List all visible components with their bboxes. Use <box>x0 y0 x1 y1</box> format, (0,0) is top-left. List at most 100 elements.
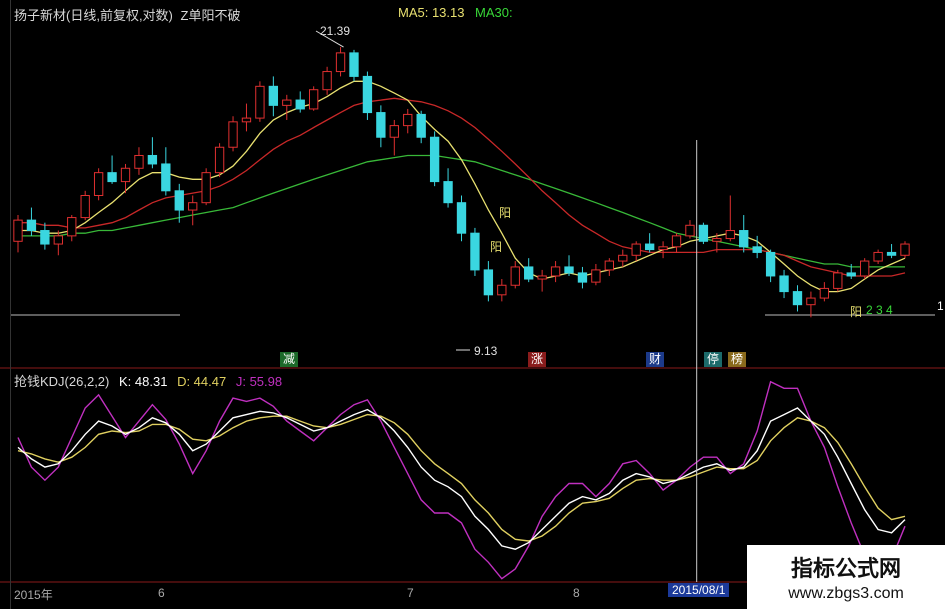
candle-body <box>833 272 843 289</box>
candle-body <box>550 266 561 277</box>
candle-body <box>282 99 292 106</box>
candle-body <box>26 219 37 232</box>
left-axis-strip <box>0 0 11 609</box>
indicator-name-label: Z单阳不破 <box>180 8 241 23</box>
candle-body <box>806 297 816 306</box>
candle-body <box>67 217 77 237</box>
candle-body <box>658 246 668 251</box>
kdj-title: 抢钱KDJ(26,2,2) <box>14 374 110 389</box>
candle-body <box>174 190 184 211</box>
candle-body <box>604 260 614 271</box>
candle-body <box>107 172 117 183</box>
kdj-header: 抢钱KDJ(26,2,2) K: 48.31 D: 44.47 J: 55.98 <box>14 371 282 390</box>
tag-cai[interactable]: 财 <box>646 352 665 367</box>
candle-body <box>214 146 225 174</box>
candle-body <box>483 269 494 296</box>
candle-body <box>819 287 830 299</box>
kdj-k-line <box>17 407 906 550</box>
candle-body <box>80 194 90 219</box>
candle-body <box>309 89 319 110</box>
candle-body <box>765 251 776 277</box>
yang-count-label: 2 3 4 <box>866 303 893 317</box>
candle-body <box>228 121 238 148</box>
candle-body <box>147 154 158 165</box>
candle-body <box>13 219 23 242</box>
yang-label-2: 阳 <box>490 240 503 254</box>
stock-title: 扬子新材(日线,前复权,对数) Z单阳不破 <box>14 5 240 24</box>
candle-body <box>524 266 534 280</box>
tag-bang[interactable]: 榜 <box>728 352 747 367</box>
candle-body <box>470 232 480 271</box>
candle-body <box>564 266 574 274</box>
panel-dividers <box>0 314 945 583</box>
candle-body <box>416 113 426 138</box>
candle-body <box>739 230 749 248</box>
candle-body <box>591 269 601 283</box>
candle-body <box>510 266 520 286</box>
candle-body <box>537 275 547 280</box>
candle-body <box>712 238 722 242</box>
candle-body <box>618 254 628 262</box>
kdj-j-value: J: 55.98 <box>235 374 283 389</box>
yang-label-3: 阳 <box>850 305 863 319</box>
candle-body <box>389 125 399 138</box>
right-edge-marker: 1 <box>937 299 944 313</box>
kdj-d-value: D: 44.47 <box>177 374 227 389</box>
tag-jian[interactable]: 减 <box>280 352 299 367</box>
kdj-k-value: K: 48.31 <box>119 374 168 389</box>
candle-body <box>134 154 144 169</box>
candle-body <box>295 99 305 110</box>
candle-body <box>631 243 641 256</box>
ma30-legend: MA30: <box>475 5 513 20</box>
cursor-date-box: 2015/08/1 <box>668 583 730 597</box>
candle-body <box>860 260 870 277</box>
candle-body <box>752 246 762 253</box>
candle-body <box>241 117 252 123</box>
candle-body <box>725 230 735 240</box>
candle-body <box>161 163 171 192</box>
candle-body <box>846 272 856 277</box>
candle-body <box>268 85 279 106</box>
candle-body <box>376 112 386 138</box>
candle-body <box>779 275 789 293</box>
ma10-line <box>18 97 906 277</box>
candle-body <box>577 272 588 283</box>
x-axis-label-6: 6 <box>158 586 165 600</box>
candle-body <box>644 243 655 251</box>
high-price-label: 21.39 <box>320 24 351 38</box>
candle-body <box>671 235 682 248</box>
candle-body <box>792 291 803 306</box>
candlestick-series <box>13 30 910 351</box>
candle-body <box>497 284 507 296</box>
watermark-url: www.zbgs3.com <box>788 585 904 602</box>
candle-body <box>255 85 265 119</box>
candle-body <box>362 75 373 114</box>
yang-label-1: 阳 <box>499 206 512 220</box>
chart-canvas <box>0 30 945 583</box>
candle-body <box>456 202 467 234</box>
candle-body <box>188 202 198 211</box>
tag-ting[interactable]: 停 <box>704 352 723 367</box>
candle-body <box>201 172 211 204</box>
ma5-legend: MA5: 13.13 <box>398 5 465 20</box>
candle-body <box>322 71 332 91</box>
candle-body <box>698 224 709 242</box>
candle-body <box>40 230 50 245</box>
watermark: 指标公式网 www.zbgs3.com <box>747 545 945 609</box>
x-axis-label-8: 8 <box>573 586 580 600</box>
candle-body <box>873 251 883 262</box>
watermark-title: 指标公式网 <box>790 556 901 581</box>
candle-body <box>120 167 131 183</box>
candle-body <box>53 235 63 245</box>
candle-body <box>443 181 453 204</box>
candle-body <box>900 243 910 256</box>
x-axis-label-year: 2015年 <box>14 588 53 602</box>
candle-body <box>403 113 413 127</box>
x-axis-label-7: 7 <box>407 586 414 600</box>
low-price-label: 9.13 <box>474 344 498 358</box>
stock-name-label: 扬子新材(日线,前复权,对数) <box>14 8 173 23</box>
candle-body <box>429 136 440 183</box>
candle-body <box>685 224 695 237</box>
candle-body <box>349 52 359 77</box>
tag-zhang[interactable]: 涨 <box>528 352 547 367</box>
